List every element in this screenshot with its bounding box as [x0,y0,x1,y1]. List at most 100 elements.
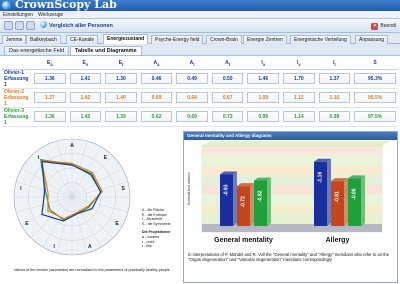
cell-value: 1.37 [318,73,351,84]
table-cell: 1.37 [316,69,353,89]
cell-value: 95.3% [354,73,396,84]
table-row: Olivier-1 Erfassung 1 1.36 1.41 1.30 0.46 0.4… [2,69,398,89]
tab-energetic-field[interactable]: Das energetische Feld [4,46,70,55]
bar-data-label: -0.93 [224,184,230,196]
title-bar: CrownScopy Lab [0,0,400,11]
compare-icon [40,21,47,28]
table-cell: 0.50 [209,69,246,89]
menu-item-settings[interactable]: Einstellungen [3,11,33,19]
tab-energie-zentren[interactable]: Energie Zentren [243,35,287,44]
bar-side [250,183,254,226]
menu-item-tools[interactable]: Werkzeuge [38,11,63,19]
column-header: At [209,58,246,70]
legend-symmetry: S - die Symmetrie [142,221,171,226]
table-cell: 1.09 [245,88,282,108]
cell-value: 95.5% [354,92,396,103]
cell-value: 0.69 [176,111,208,122]
save-icon[interactable] [26,21,35,30]
compare-all-button[interactable]: Vergleich aller Personen [40,21,113,31]
cell-value: 1.46 [247,73,280,84]
table-cell: 1.46 [245,69,282,89]
table-cell: 1.39 [103,107,139,127]
cell-value: 1.16 [318,92,351,103]
bar-side [361,175,365,226]
cell-value: 0.50 [211,73,244,84]
tab-ballkeybach[interactable]: Ballkeybach [26,35,61,44]
radar-note: Values of the chosen parameters are norm… [14,268,170,272]
row-label: Olivier-1 Erfassung 1 [2,69,32,89]
cell-value: 0.64 [176,92,208,103]
column-header: At [174,58,210,70]
app-logo-icon [2,1,11,10]
chart-grid-band [202,155,382,166]
bar-data-label: -0.81 [335,191,341,203]
close-label: Beendi [380,23,396,29]
tab-ce-kanaele[interactable]: CE-Kanäle [66,35,99,44]
cell-value: 1.12 [283,92,315,103]
table-cell: 97.5% [352,107,398,127]
table-cell: 0.95 [245,107,282,127]
category-label: General mentality [214,237,273,244]
column-header: Ea [32,58,68,70]
bar-data-label: -0.86 [352,188,358,200]
close-button[interactable]: ✕ Beendi [371,21,396,31]
print-icon[interactable] [4,21,13,30]
bar-chart-panel: General mentality and Allergy diagrams N… [183,131,398,283]
cell-value: 0.46 [140,73,173,84]
column-header: It [316,58,353,70]
cell-value: 1.70 [283,73,315,84]
table-cell: 1.16 [316,88,353,108]
table-cell: 0.62 [138,107,175,127]
cell-value: 1.42 [69,92,102,103]
table-cell: 0.69 [138,88,175,108]
bar-data-label: -0.72 [241,196,247,208]
bar-side [267,177,271,226]
cell-value: 1.42 [69,111,102,122]
cell-value: 1.37 [34,92,66,103]
cell-value: 1.36 [34,111,66,122]
table-cell: 1.41 [67,69,104,89]
radar-chart-panel: AESEAIEII A - die Fläche E - die Entropi… [2,127,182,283]
table-cell: 1.36 [32,69,68,89]
chart-title: General mentality and Allergy diagrams [184,132,397,140]
table-cell: 0.49 [174,69,210,89]
table-cell: 95.3% [352,69,398,89]
tab-energetische-verteilung[interactable]: Energetische Verteilung [290,35,351,44]
app-window: CrownScopy Lab Einstellungen Werkzeuge V… [0,0,400,284]
bar [314,161,327,226]
tab-psyche-energy-field[interactable]: Psyche-Energy field [151,35,204,44]
toolbar: Vergleich aller Personen ✕ Beendi [0,19,400,33]
info-icon[interactable] [15,21,24,30]
cell-value: 0.73 [211,111,244,122]
bar [254,180,267,226]
table-cell: 1.37 [32,88,68,108]
cell-value: 0.99 [318,111,351,122]
table-cell: 1.30 [103,69,139,89]
bar [331,181,344,226]
table-cell: 0.46 [138,69,175,89]
y-axis-label: Normalized values [186,173,191,206]
tab-crown-brain[interactable]: Crown-Brain [206,35,242,44]
table-cell: 1.42 [67,107,104,127]
bar-chart: Normalized values -0.93 -0.72 -0.82 General … [186,141,390,244]
cell-value: 1.40 [105,92,137,103]
table-cell: 95.5% [352,88,398,108]
cell-value: 0.67 [211,92,244,103]
tab-jemme[interactable]: Jemme [2,35,27,44]
table-header-row: Ea Ev Et Aa At At Ia Iv It S [2,58,398,70]
tab-anpassung[interactable]: Anpassung [355,35,389,44]
chart-top-plane [202,141,390,146]
cell-value: 0.69 [140,92,173,103]
table-row: Olivier-2 Erfassung 1 1.37 1.42 1.40 0.69 0.6… [2,88,398,108]
compare-label: Vergleich aller Personen [49,23,113,29]
cell-value: 0.62 [140,111,173,122]
tab-table-and-diagrams[interactable]: Tabelle und Diagramme [70,46,142,55]
column-header: S [352,58,398,70]
row-label: Olivier-2 Erfassung 1 [2,88,32,108]
cell-value: 97.5% [354,111,396,122]
table-cell: 1.36 [32,107,68,127]
cell-value: 0.95 [247,111,280,122]
secondary-tabs: Das energetische Feld Tabelle und Diagra… [0,44,400,55]
cell-value: 1.09 [247,92,280,103]
cell-value: 1.39 [105,111,137,122]
